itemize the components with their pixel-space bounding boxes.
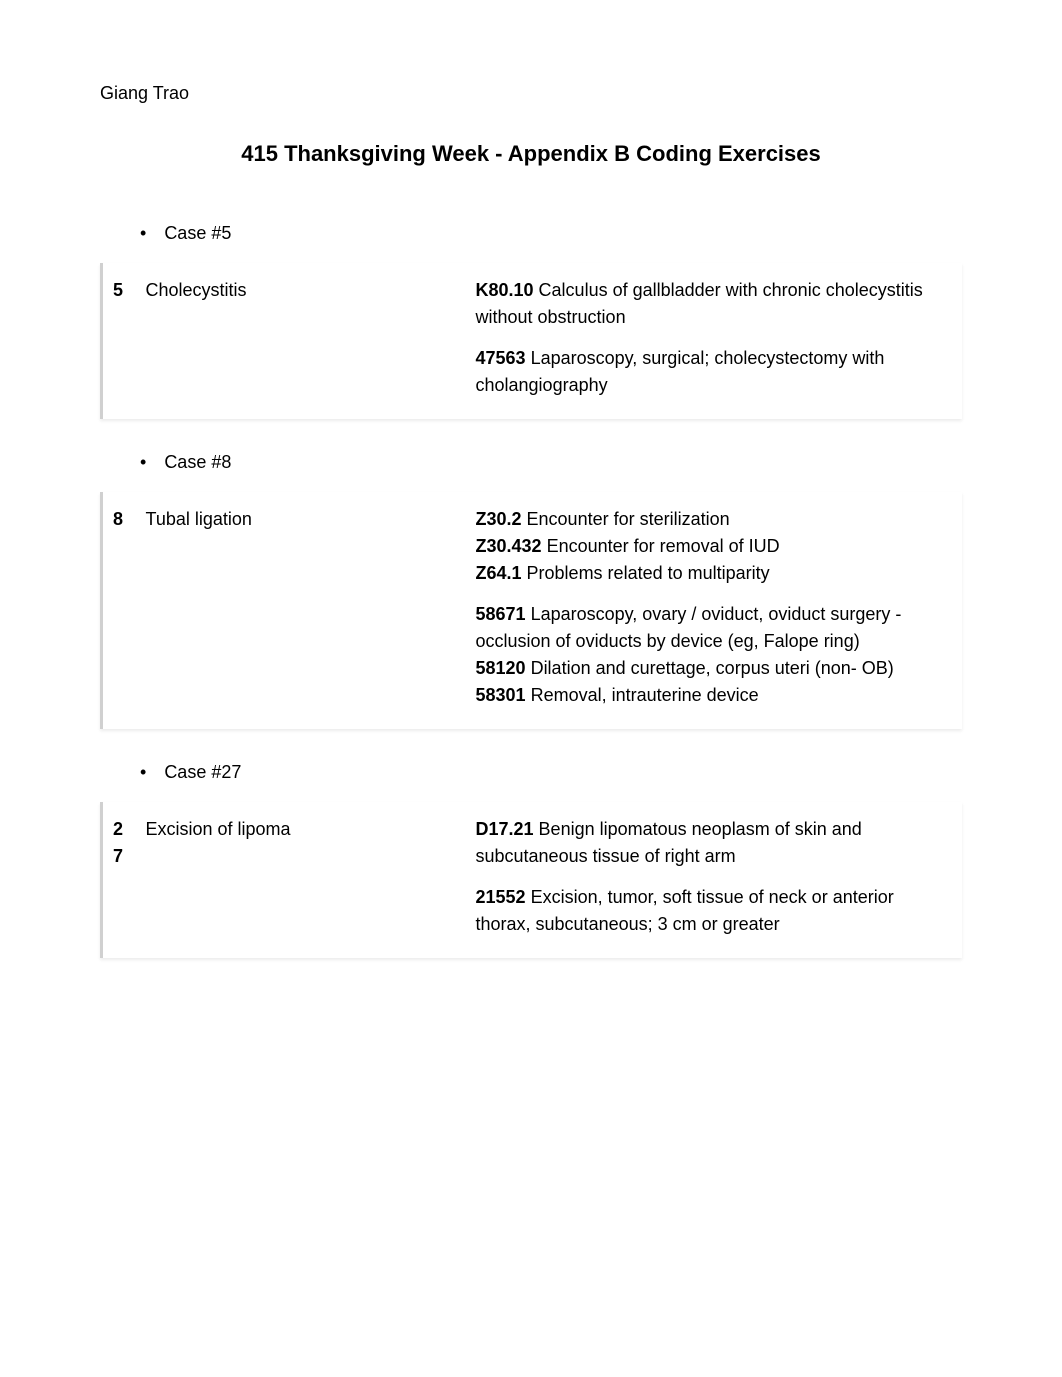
case-bullet: • Case #8: [140, 449, 962, 476]
spacer: [476, 331, 953, 345]
code-line: Z30.432 Encounter for removal of IUD: [476, 533, 953, 560]
code: Z30.2: [476, 509, 522, 529]
code-text: Encounter for sterilization: [522, 509, 730, 529]
author-name: Giang Trao: [100, 80, 962, 107]
bullet-icon: •: [140, 449, 146, 476]
code-text: Problems related to multiparity: [522, 563, 770, 583]
case-table: 2 7 Excision of lipoma D17.21 Benign lip…: [100, 802, 962, 958]
spacer: [476, 587, 953, 601]
case-description: Tubal ligation: [136, 492, 466, 729]
case-number: 5: [102, 263, 136, 419]
code-text: Encounter for removal of IUD: [542, 536, 780, 556]
bullet-icon: •: [140, 220, 146, 247]
code: 58671: [476, 604, 526, 624]
bullet-icon: •: [140, 759, 146, 786]
code-text: Laparoscopy, surgical; cholecystectomy w…: [476, 348, 885, 395]
case-label: Case #27: [164, 759, 241, 786]
code-text: Removal, intrauterine device: [526, 685, 759, 705]
case-codes: D17.21 Benign lipomatous neoplasm of ski…: [466, 802, 963, 958]
code: 58120: [476, 658, 526, 678]
case-number: 2 7: [102, 802, 136, 958]
case-description: Cholecystitis: [136, 263, 466, 419]
case-table: 5 Cholecystitis K80.10 Calculus of gallb…: [100, 263, 962, 419]
case-bullet: • Case #27: [140, 759, 962, 786]
code: Z30.432: [476, 536, 542, 556]
case-label: Case #8: [164, 449, 231, 476]
code-line: 58671 Laparoscopy, ovary / oviduct, ovid…: [476, 601, 953, 655]
code-text: Laparoscopy, ovary / oviduct, oviduct su…: [476, 604, 902, 651]
code: Z64.1: [476, 563, 522, 583]
code-line: D17.21 Benign lipomatous neoplasm of ski…: [476, 816, 953, 870]
code-text: Dilation and curettage, corpus uteri (no…: [526, 658, 894, 678]
table-row: 5 Cholecystitis K80.10 Calculus of gallb…: [102, 263, 963, 419]
case-number-part: 7: [113, 843, 126, 870]
page-title: 415 Thanksgiving Week - Appendix B Codin…: [100, 137, 962, 170]
code: 58301: [476, 685, 526, 705]
case-number: 8: [102, 492, 136, 729]
code-line: K80.10 Calculus of gallbladder with chro…: [476, 277, 953, 331]
case-description: Excision of lipoma: [136, 802, 466, 958]
code: 47563: [476, 348, 526, 368]
case-label: Case #5: [164, 220, 231, 247]
spacer: [476, 870, 953, 884]
case-codes: K80.10 Calculus of gallbladder with chro…: [466, 263, 963, 419]
code: 21552: [476, 887, 526, 907]
table-row: 2 7 Excision of lipoma D17.21 Benign lip…: [102, 802, 963, 958]
code-line: 58120 Dilation and curettage, corpus ute…: [476, 655, 953, 682]
code-text: Benign lipomatous neoplasm of skin and s…: [476, 819, 862, 866]
case-codes: Z30.2 Encounter for sterilization Z30.43…: [466, 492, 963, 729]
code: D17.21: [476, 819, 534, 839]
code-text: Excision, tumor, soft tissue of neck or …: [476, 887, 894, 934]
code-line: 47563 Laparoscopy, surgical; cholecystec…: [476, 345, 953, 399]
table-row: 8 Tubal ligation Z30.2 Encounter for ste…: [102, 492, 963, 729]
case-bullet: • Case #5: [140, 220, 962, 247]
code-line: 21552 Excision, tumor, soft tissue of ne…: [476, 884, 953, 938]
code-line: 58301 Removal, intrauterine device: [476, 682, 953, 709]
code: K80.10: [476, 280, 534, 300]
case-table: 8 Tubal ligation Z30.2 Encounter for ste…: [100, 492, 962, 729]
case-number-part: 2: [113, 816, 126, 843]
code-line: Z64.1 Problems related to multiparity: [476, 560, 953, 587]
code-text: Calculus of gallbladder with chronic cho…: [476, 280, 923, 327]
code-line: Z30.2 Encounter for sterilization: [476, 506, 953, 533]
